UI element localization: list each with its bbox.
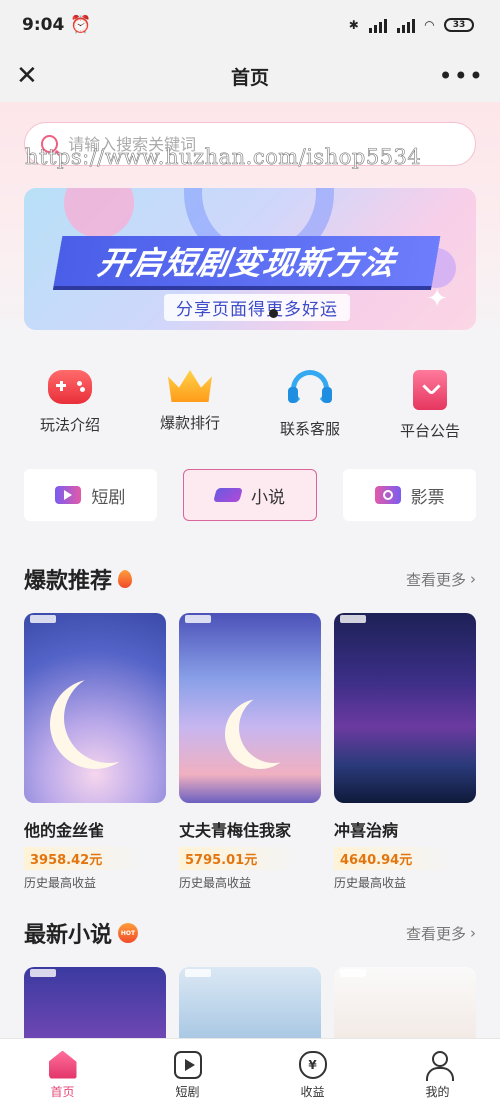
page-title: 首页: [230, 66, 269, 89]
hot-badge-icon: HOT: [118, 923, 139, 943]
quick-links: 玩法介绍 爆款排行 联系客服 平台公告: [0, 340, 500, 441]
quick-link-rules[interactable]: 玩法介绍: [20, 370, 120, 441]
quick-link-label: 联系客服: [279, 420, 340, 438]
tab-home[interactable]: 首页: [0, 1039, 125, 1111]
item-amount: 5795.01元: [179, 847, 298, 870]
bottom-tab-bar: 首页 短剧 ¥ 收益 我的: [0, 1038, 500, 1111]
banner-subline: 分享页面得更多好运: [164, 294, 350, 321]
quick-link-label: 爆款排行: [159, 414, 220, 432]
more-label: 查看更多: [405, 924, 466, 943]
nav-bar: ✕ 首页 •••: [0, 50, 500, 102]
item-title: 丈夫青梅住我家: [179, 821, 292, 840]
section-title-text: 最新小说: [24, 923, 113, 948]
book-icon: [213, 488, 243, 502]
tab-label: 我的: [425, 1084, 450, 1099]
section-title: 爆款推荐: [24, 563, 133, 595]
list-item[interactable]: 他的金丝雀 3958.42元 历史最高收益: [24, 613, 166, 891]
top-area: https://www.huzhan.com/ishop5534 开启短剧变现新…: [0, 102, 500, 340]
play-icon: [173, 1050, 202, 1079]
tab-novel[interactable]: 小说: [182, 469, 318, 521]
tab-earnings[interactable]: ¥ 收益: [250, 1039, 375, 1111]
newest-section-header: 最新小说 HOT 查看更多 ›: [0, 917, 500, 949]
item-title: 冲喜治病: [334, 821, 399, 840]
search-bar[interactable]: https://www.huzhan.com/ishop5534: [24, 122, 476, 170]
battery-icon: 33: [444, 18, 474, 32]
status-left: 9:04 ⏰: [22, 15, 91, 35]
promo-banner[interactable]: 开启短剧变现新方法 分享页面得更多好运 ✦: [24, 188, 476, 330]
wifi-icon: ◠: [424, 18, 434, 32]
tab-label: 首页: [50, 1084, 75, 1099]
home-icon: [48, 1050, 77, 1079]
gamepad-icon: [48, 370, 92, 404]
banner-decor: [64, 188, 134, 238]
banner-headline: 开启短剧变现新方法: [53, 236, 441, 286]
hot-list: 他的金丝雀 3958.42元 历史最高收益 丈夫青梅住我家 5795.01元 历…: [0, 595, 500, 891]
item-amount: 4640.94元: [334, 847, 453, 870]
quick-link-label: 平台公告: [399, 422, 460, 440]
item-caption: 历史最高收益: [334, 876, 407, 890]
signal-icon: [368, 17, 387, 33]
crown-icon: [168, 370, 212, 402]
item-caption: 历史最高收益: [179, 876, 252, 890]
hot-section-header: 爆款推荐 查看更多 ›: [0, 563, 500, 595]
poster-image: [179, 613, 321, 803]
newest-more-link[interactable]: 查看更多 ›: [406, 923, 476, 944]
status-right: ✱ ◠ 33: [349, 17, 474, 33]
item-caption: 历史最高收益: [24, 876, 97, 890]
quick-link-support[interactable]: 联系客服: [260, 370, 360, 441]
flame-icon: [118, 570, 133, 588]
watermark: https://www.huzhan.com/ishop5534: [25, 145, 422, 170]
category-label: 短剧: [91, 487, 126, 508]
poster-image: [334, 613, 476, 803]
tab-tickets[interactable]: 影票: [343, 469, 477, 521]
tab-label: 收益: [300, 1084, 325, 1099]
carousel-indicator[interactable]: [269, 309, 278, 318]
chevron-right-icon: ›: [470, 924, 476, 942]
more-label: 查看更多: [405, 570, 466, 589]
tab-short-drama[interactable]: 短剧: [24, 469, 157, 521]
user-icon: [424, 1050, 454, 1081]
alarm-icon: ⏰: [70, 15, 92, 35]
signal-icon-2: [396, 17, 415, 33]
category-label: 影票: [410, 487, 445, 508]
category-label: 小说: [251, 487, 285, 508]
status-bar: 9:04 ⏰ ✱ ◠ 33: [0, 0, 500, 50]
poster-image: [24, 613, 166, 803]
item-title: 他的金丝雀: [24, 821, 105, 840]
category-tabs: 短剧 小说 影票: [0, 441, 500, 521]
ticket-icon: [374, 486, 401, 504]
bluetooth-icon: ✱: [348, 18, 359, 32]
quick-link-notice[interactable]: 平台公告: [380, 370, 480, 441]
close-icon[interactable]: ✕: [16, 63, 38, 89]
chevron-right-icon: ›: [470, 570, 476, 588]
sparkle-icon: ✦: [426, 284, 448, 314]
headset-icon: [288, 370, 332, 408]
tab-profile[interactable]: 我的: [375, 1039, 500, 1111]
item-amount: 3958.42元: [24, 847, 143, 870]
section-title-text: 爆款推荐: [24, 569, 113, 594]
notice-icon: [413, 370, 447, 410]
money-bag-icon: ¥: [298, 1050, 327, 1079]
list-item[interactable]: 冲喜治病 4640.94元 历史最高收益: [334, 613, 476, 891]
tab-short-drama-nav[interactable]: 短剧: [125, 1039, 250, 1111]
hot-section: 爆款推荐 查看更多 › 他的金丝雀 3958.42元 历史最高收益 丈夫青梅住我…: [0, 521, 500, 891]
video-icon: [55, 486, 82, 504]
list-item[interactable]: 丈夫青梅住我家 5795.01元 历史最高收益: [179, 613, 321, 891]
status-time: 9:04: [22, 15, 65, 35]
section-title: 最新小说 HOT: [24, 917, 139, 949]
quick-link-label: 玩法介绍: [39, 416, 100, 434]
quick-link-ranking[interactable]: 爆款排行: [140, 370, 240, 441]
newest-section: 最新小说 HOT 查看更多 ›: [0, 891, 500, 1057]
hot-more-link[interactable]: 查看更多 ›: [406, 569, 476, 590]
tab-label: 短剧: [175, 1084, 200, 1099]
more-icon[interactable]: •••: [439, 62, 484, 90]
